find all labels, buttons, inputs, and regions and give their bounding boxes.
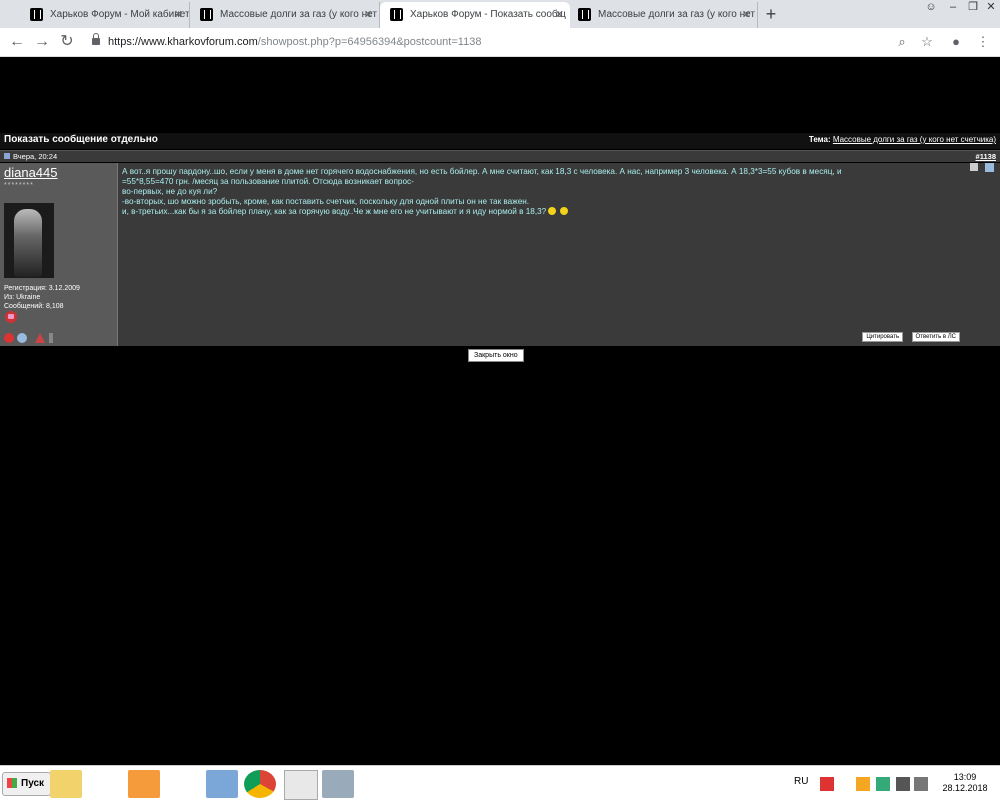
message-line-text: и, в-третьих...как бы я за бойлер плачу,… bbox=[122, 207, 547, 216]
user-info-icon[interactable] bbox=[17, 333, 27, 343]
author-registration: Регистрация: 3.12.2009 bbox=[4, 285, 80, 292]
smiley-icon bbox=[548, 207, 557, 215]
account-icon[interactable]: ● bbox=[946, 32, 966, 52]
author-post-count: Сообщений: 8,108 bbox=[4, 303, 64, 310]
post-buttons: Цитировать Ответить в ЛС bbox=[858, 325, 960, 343]
system-clock[interactable]: 13:09 28.12.2018 bbox=[935, 772, 995, 794]
post-message: А вот..я прошу пардону..шо, если у меня … bbox=[122, 167, 972, 217]
multiquote-icon[interactable] bbox=[970, 163, 978, 171]
url-path: /showpost.php?p=64956394&postcount=1138 bbox=[257, 36, 482, 48]
browser-tab[interactable]: Массовые долги за газ (у кого нет ✕ bbox=[190, 2, 380, 28]
clock-date: 28.12.2018 bbox=[942, 783, 988, 793]
post-body: А вот..я прошу пардону..шо, если у меня … bbox=[118, 163, 1000, 346]
quote-button[interactable]: Цитировать bbox=[862, 332, 904, 342]
browser-toolbar: ← → ↻ https://www.kharkovforum.com/showp… bbox=[0, 28, 1000, 57]
close-tab-icon[interactable]: ✕ bbox=[174, 2, 183, 28]
tab-title: Харьков Форум - Мой кабинет bbox=[50, 9, 190, 20]
message-line: =55*8,55=470 грн. /месяц за пользование … bbox=[122, 177, 414, 186]
language-indicator[interactable]: RU bbox=[794, 776, 808, 787]
browser-tab[interactable]: Массовые долги за газ (у кого нет ✕ bbox=[568, 2, 758, 28]
tab-title: Массовые долги за газ (у кого нет bbox=[220, 9, 377, 20]
message-line: во-первых, не до куя ли? bbox=[122, 187, 218, 196]
tray-antivirus-icon[interactable] bbox=[856, 777, 870, 791]
theme-label: Тема: bbox=[808, 135, 831, 144]
post-meta-bar: Вчера, 20:24 #1138 bbox=[0, 150, 1000, 162]
file-explorer-icon[interactable] bbox=[50, 770, 82, 798]
start-button[interactable]: Пуск bbox=[2, 772, 52, 796]
edit-icon[interactable] bbox=[985, 163, 994, 172]
menu-icon[interactable]: ⋮ bbox=[973, 32, 993, 52]
tray-network-icon[interactable] bbox=[876, 777, 890, 791]
minimize-icon[interactable]: – bbox=[942, 0, 964, 16]
site-favicon-icon bbox=[30, 8, 43, 21]
chrome-icon[interactable] bbox=[244, 770, 276, 798]
tray-lock-icon[interactable] bbox=[820, 777, 834, 791]
message-line: -во-вторых, шо можно зробыть, кроме, как… bbox=[122, 197, 530, 206]
browser-tab[interactable]: Харьков Форум - Мой кабинет ✕ bbox=[20, 2, 190, 28]
clock-time: 13:09 bbox=[953, 772, 977, 782]
forward-icon[interactable]: → bbox=[30, 30, 54, 54]
message-line: и, в-третьих...как бы я за бойлер плачу,… bbox=[122, 207, 972, 217]
author-sidebar: diana445 ******** Регистрация: 3.12.2009… bbox=[0, 163, 118, 346]
close-tab-icon[interactable]: ✕ bbox=[742, 2, 751, 28]
tab-title: Харьков Форум - Показать сообщ bbox=[410, 9, 566, 20]
close-window-icon[interactable]: ✕ bbox=[980, 0, 1000, 16]
user-profile-icon[interactable]: ☺ bbox=[920, 0, 942, 16]
author-username[interactable]: diana445 bbox=[4, 165, 58, 180]
thread-info: Тема: Массовые долги за газ (у кого нет … bbox=[809, 135, 996, 144]
word-processor-icon[interactable] bbox=[206, 770, 238, 798]
post-number-value: 1138 bbox=[979, 152, 996, 161]
new-tab-icon[interactable]: + bbox=[760, 2, 782, 26]
address-bar[interactable]: https://www.kharkovforum.com/showpost.ph… bbox=[88, 31, 868, 53]
taskbar-window-icon[interactable] bbox=[284, 770, 318, 800]
message-line: А вот..я прошу пардону..шо, если у меня … bbox=[122, 167, 842, 176]
calculator-icon[interactable] bbox=[322, 770, 354, 798]
close-tab-icon[interactable]: ✕ bbox=[364, 2, 373, 28]
tab-title: Массовые долги за газ (у кого нет bbox=[598, 9, 755, 20]
author-location: Из: Ukraine bbox=[4, 294, 41, 301]
volume-icon[interactable] bbox=[914, 777, 928, 791]
smiley-wink-icon bbox=[560, 207, 569, 215]
avatar[interactable] bbox=[4, 203, 54, 278]
bookmark-star-icon[interactable]: ☆ bbox=[917, 32, 937, 52]
post-number[interactable]: #1138 bbox=[976, 151, 996, 162]
author-actions bbox=[4, 333, 116, 345]
post-date: Вчера, 20:24 bbox=[4, 151, 57, 162]
browser-tab-active[interactable]: Харьков Форум - Показать сообщ ✕ bbox=[380, 2, 570, 28]
offline-status-icon bbox=[4, 333, 14, 343]
page-content: Показать сообщение отдельно Тема: Массов… bbox=[0, 57, 1000, 765]
theme-link[interactable]: Массовые долги за газ (у кого нет счетчи… bbox=[833, 135, 996, 144]
tray-display-icon[interactable] bbox=[896, 777, 910, 791]
lock-icon bbox=[92, 33, 100, 45]
browser-tabstrip: Харьков Форум - Мой кабинет ✕ Массовые д… bbox=[0, 0, 1000, 28]
site-favicon-icon bbox=[200, 8, 213, 21]
close-tab-icon[interactable]: ✕ bbox=[555, 2, 564, 28]
zoom-icon[interactable]: ⌕ bbox=[892, 32, 912, 52]
back-icon[interactable]: ← bbox=[5, 30, 29, 54]
reply-pm-button[interactable]: Ответить в ЛС bbox=[911, 332, 960, 342]
ip-icon bbox=[49, 333, 53, 343]
site-favicon-icon bbox=[390, 8, 403, 21]
page-title: Показать сообщение отдельно bbox=[4, 134, 158, 145]
media-player-icon[interactable] bbox=[128, 770, 160, 798]
url-host: https://www.kharkovforum.com bbox=[108, 36, 258, 48]
site-favicon-icon bbox=[578, 8, 591, 21]
reputation-badge-icon bbox=[5, 311, 17, 323]
reload-icon[interactable]: ↻ bbox=[55, 30, 79, 54]
avatar-figure bbox=[14, 209, 42, 277]
report-post-icon[interactable] bbox=[35, 333, 45, 343]
author-rank-stars: ******** bbox=[4, 182, 34, 189]
post-header-bar: Показать сообщение отдельно Тема: Массов… bbox=[0, 133, 1000, 149]
close-window-button[interactable]: Закрыть окно bbox=[468, 349, 524, 362]
os-taskbar: Пуск RU 13:09 28.12.2018 bbox=[0, 765, 1000, 801]
